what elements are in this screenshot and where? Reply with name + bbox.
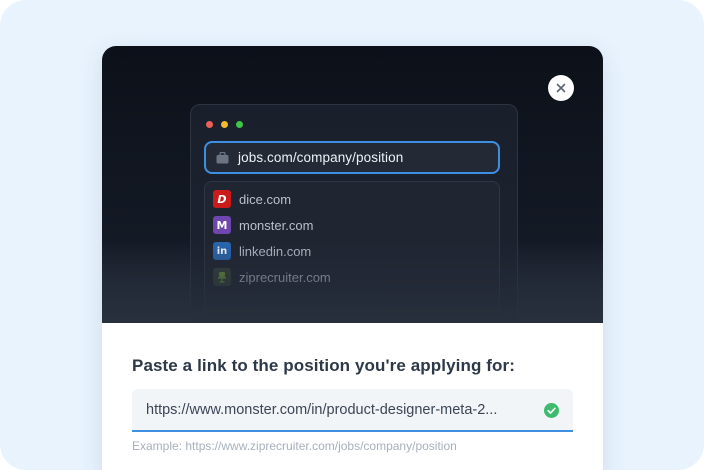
suggestion-label: linkedin.com [239, 243, 312, 259]
suggestion-label: ziprecruiter.com [239, 269, 331, 285]
window-controls [206, 121, 243, 128]
browser-window-mockup: jobs.com/company/position D dice.com M m… [190, 104, 518, 323]
dice-logo-icon: D [213, 190, 231, 208]
close-button[interactable] [548, 75, 574, 101]
link-modal: jobs.com/company/position D dice.com M m… [102, 46, 603, 470]
browser-illustration: jobs.com/company/position D dice.com M m… [102, 46, 603, 323]
close-icon [556, 83, 566, 93]
check-circle-icon [544, 403, 559, 418]
suggestion-label: dice.com [239, 191, 292, 207]
example-hint: Example: https://www.ziprecruiter.com/jo… [132, 439, 457, 453]
linkedin-logo-icon: in [213, 242, 231, 260]
suggestion-label: monster.com [239, 217, 314, 233]
suggestion-ziprecruiter[interactable]: ziprecruiter.com [213, 266, 331, 288]
suggestion-monster[interactable]: M monster.com [213, 214, 313, 236]
suggestion-linkedin[interactable]: in linkedin.com [213, 240, 311, 262]
job-link-field [132, 389, 573, 432]
briefcase-icon [216, 151, 229, 164]
window-close-dot [206, 121, 213, 128]
window-minimize-dot [221, 121, 228, 128]
form-section: Paste a link to the position you're appl… [102, 323, 603, 470]
job-link-input[interactable] [132, 389, 532, 430]
suggestion-dice[interactable]: D dice.com [213, 188, 291, 210]
address-bar-url: jobs.com/company/position [238, 150, 404, 165]
monster-logo-icon: M [213, 216, 231, 234]
ziprecruiter-logo-icon [213, 268, 231, 286]
page-background: jobs.com/company/position D dice.com M m… [0, 0, 704, 470]
form-heading: Paste a link to the position you're appl… [132, 356, 515, 375]
url-suggestions-list: D dice.com M monster.com in linkedin.com [204, 181, 500, 323]
address-bar[interactable]: jobs.com/company/position [204, 141, 500, 174]
window-maximize-dot [236, 121, 243, 128]
